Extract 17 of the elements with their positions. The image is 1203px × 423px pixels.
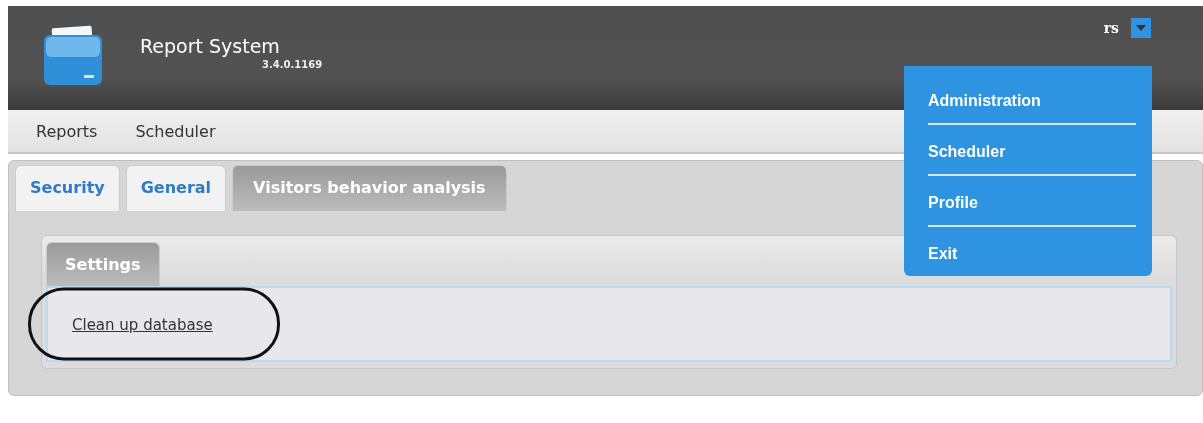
version-number: 3.4.0.1169 xyxy=(262,58,323,70)
menu-item[interactable]: Exit xyxy=(928,237,1136,276)
menu-item[interactable]: Profile xyxy=(928,186,1136,227)
app-title: Report System xyxy=(140,34,281,57)
tab[interactable]: Settings xyxy=(46,242,160,286)
clean-up-database-link[interactable]: Clean up database xyxy=(72,315,213,334)
nav-link[interactable]: Scheduler xyxy=(135,121,216,141)
tab[interactable]: Visitors behavior analysis xyxy=(232,165,507,211)
tab[interactable]: Security xyxy=(15,165,120,211)
nav-link[interactable]: Reports xyxy=(36,121,98,141)
menu-item[interactable]: Administration xyxy=(928,84,1136,125)
caret-icon xyxy=(1136,25,1146,31)
menu-item[interactable]: Scheduler xyxy=(928,135,1136,176)
tab[interactable]: General xyxy=(125,165,227,211)
user-menu-button[interactable] xyxy=(1131,18,1151,38)
folder-icon xyxy=(42,25,104,87)
username: rs xyxy=(1103,20,1119,36)
